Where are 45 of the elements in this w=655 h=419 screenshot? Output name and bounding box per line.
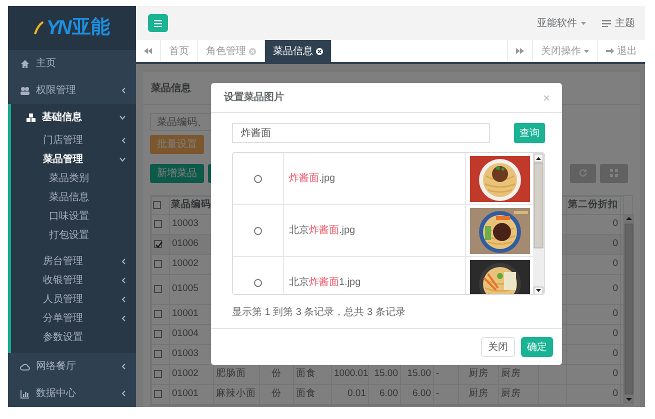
table-cell: -: [436, 368, 440, 380]
table-cell: 麻辣小面: [216, 388, 256, 400]
table-cell: 面食: [296, 388, 316, 400]
table-cell: 15.00: [374, 368, 398, 380]
table-cell: 15.00: [407, 368, 431, 380]
logo-mark: YN: [46, 16, 70, 41]
dialog-title: 设置菜品图片: [224, 90, 284, 105]
table-cell: 0.01: [348, 388, 366, 400]
table-cell: 0: [612, 388, 618, 400]
column-header: 第二份折扣: [568, 199, 618, 210]
file-name: 北京炸酱面.jpg: [289, 224, 356, 238]
table-cell: 0: [612, 328, 618, 340]
table-cell: 01001: [172, 388, 198, 400]
table-cell: 厨房: [468, 388, 488, 400]
table-cell: 厨房: [501, 388, 521, 400]
table-cell: 10003: [172, 218, 198, 230]
table-cell: 01002: [172, 368, 198, 380]
table-cell: 01004: [172, 328, 198, 340]
table-cell: 0: [612, 283, 618, 294]
table-cell: 10002: [172, 258, 198, 270]
table-cell: 厨房: [501, 368, 521, 380]
table-cell: 0: [612, 258, 618, 270]
table-cell: 0: [612, 238, 618, 250]
table-cell: 厨房: [468, 368, 488, 380]
table-cell: 面食: [296, 368, 316, 380]
table-cell: 肥肠面: [216, 368, 246, 380]
file-name: 北京炸酱面1.jpg: [289, 276, 361, 290]
table-cell: 份: [272, 388, 282, 400]
table-cell: 6.00: [412, 388, 431, 400]
table-cell: 01006: [172, 238, 198, 250]
logo-name: 亚能: [72, 16, 110, 40]
record-summary: 显示第 1 到第 3 条记录，总共 3 条记录: [232, 306, 406, 320]
table-cell: 1000.01: [334, 368, 368, 380]
table-cell: 0: [612, 308, 618, 320]
table-cell: 6.00: [380, 388, 398, 400]
table-cell: 0: [612, 368, 618, 380]
table-cell: 10001: [172, 308, 198, 320]
column-header: 菜品编码: [171, 199, 211, 210]
table-cell: 份: [272, 368, 282, 380]
table-cell: 01005: [172, 283, 198, 294]
table-cell: -: [436, 388, 440, 400]
table-cell: 0: [612, 218, 618, 230]
table-cell: 0: [612, 348, 618, 360]
file-name: 炸酱面.jpg: [289, 172, 336, 186]
table-cell: 01003: [172, 348, 198, 360]
